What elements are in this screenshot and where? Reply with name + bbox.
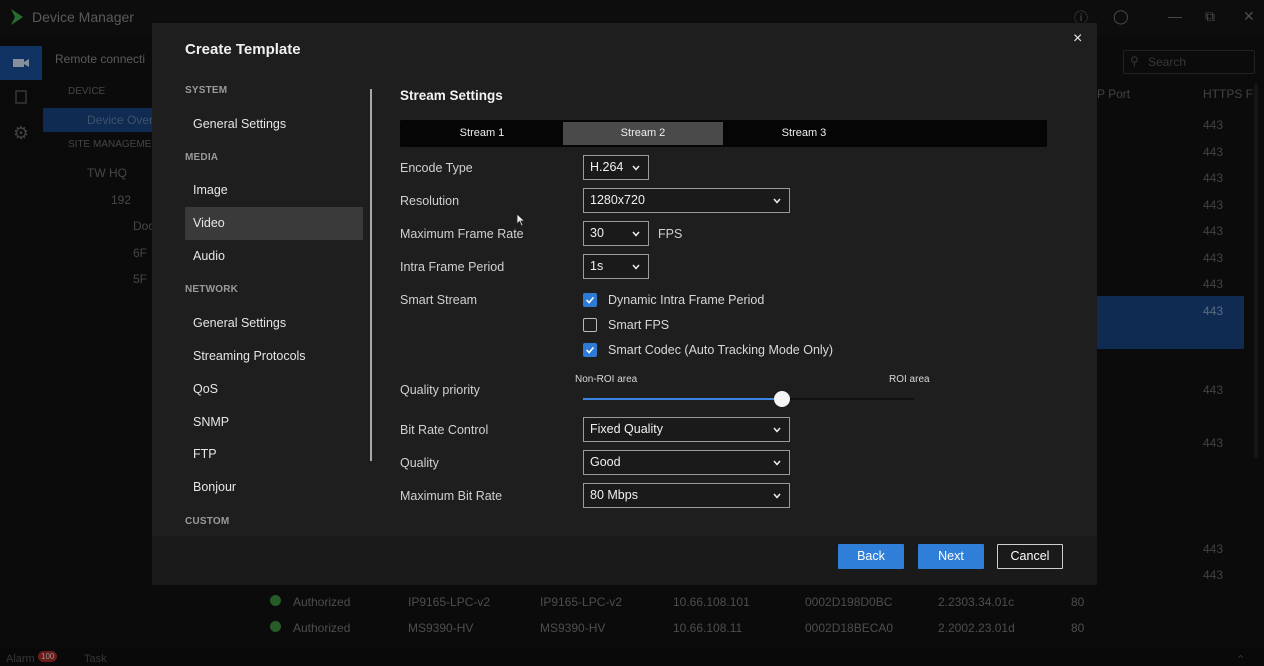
resolution-value: 1280x720 [590, 193, 645, 207]
bit-rate-control-select[interactable]: Fixed Quality [583, 417, 790, 442]
mouse-cursor-icon [516, 213, 526, 227]
fps-unit: FPS [658, 227, 683, 241]
nav-header-network: NETWORK [185, 284, 239, 295]
bit-rate-control-value: Fixed Quality [590, 422, 663, 436]
section-title: Stream Settings [400, 88, 503, 103]
next-button[interactable]: Next [918, 544, 984, 569]
chevron-down-icon [773, 460, 781, 466]
resolution-label: Resolution [400, 194, 460, 208]
dynamic-intra-frame-checkbox[interactable] [583, 293, 597, 307]
nav-item-bonjour[interactable]: Bonjour [185, 471, 363, 504]
intra-frame-period-label: Intra Frame Period [400, 260, 505, 274]
tab-stream-2[interactable]: Stream 2 [563, 122, 723, 145]
quality-value: Good [590, 455, 621, 469]
quality-label: Quality [400, 456, 439, 470]
nav-item-audio[interactable]: Audio [185, 240, 363, 273]
dialog-footer: Back Next Cancel [152, 536, 1097, 585]
max-bit-rate-label: Maximum Bit Rate [400, 489, 503, 503]
quality-select[interactable]: Good [583, 450, 790, 475]
encode-type-value: H.264 [590, 160, 624, 174]
chevron-down-icon [773, 427, 781, 433]
dialog-title: Create Template [185, 41, 301, 58]
dynamic-intra-frame-label: Dynamic Intra Frame Period [608, 293, 765, 307]
tab-stream-1[interactable]: Stream 1 [402, 122, 562, 145]
tab-stream-3[interactable]: Stream 3 [724, 122, 884, 145]
smart-codec-label: Smart Codec (Auto Tracking Mode Only) [608, 343, 834, 357]
max-bit-rate-select[interactable]: 80 Mbps [583, 483, 790, 508]
cancel-button[interactable]: Cancel [997, 544, 1063, 569]
slider-fill [583, 398, 782, 400]
nav-header-custom: CUSTOM [185, 516, 230, 527]
nav-item-video[interactable]: Video [185, 207, 363, 240]
nav-item-network-general-settings[interactable]: General Settings [185, 307, 363, 340]
intra-frame-period-value: 1s [590, 259, 604, 273]
smart-codec-checkbox[interactable] [583, 343, 597, 357]
slider-max-label: ROI area [889, 374, 930, 385]
slider-min-label: Non-ROI area [575, 374, 638, 385]
nav-item-snmp[interactable]: SNMP [185, 406, 363, 439]
resolution-select[interactable]: 1280x720 [583, 188, 790, 213]
nav-item-qos[interactable]: QoS [185, 373, 363, 406]
chevron-down-icon [632, 165, 640, 171]
stream-tabs: Stream 1 Stream 2 Stream 3 [400, 120, 1047, 147]
device-manager-app: Device Manager ⓘ ◯ — ⧉ ✕ ⚙ Remote connec… [0, 0, 1264, 666]
quality-priority-label: Quality priority [400, 383, 480, 397]
nav-scrollbar[interactable] [370, 89, 372, 461]
max-frame-rate-label: Maximum Frame Rate [400, 227, 524, 241]
chevron-down-icon [773, 198, 781, 204]
chevron-down-icon [632, 231, 640, 237]
smart-stream-label: Smart Stream [400, 293, 478, 307]
bit-rate-control-label: Bit Rate Control [400, 423, 489, 437]
slider-thumb[interactable] [773, 391, 790, 407]
encode-type-select[interactable]: H.264 [583, 155, 649, 180]
nav-item-system-general-settings[interactable]: General Settings [185, 108, 363, 141]
encode-type-label: Encode Type [400, 161, 473, 175]
close-icon[interactable]: × [1073, 30, 1082, 48]
smart-fps-label: Smart FPS [608, 318, 670, 332]
chevron-down-icon [632, 264, 640, 270]
checkmark-icon [586, 346, 595, 354]
nav-header-media: MEDIA [185, 152, 219, 163]
chevron-down-icon [773, 493, 781, 499]
nav-item-ftp[interactable]: FTP [185, 438, 363, 471]
create-template-dialog: Create Template × SYSTEM General Setting… [152, 23, 1097, 585]
nav-item-streaming-protocols[interactable]: Streaming Protocols [185, 340, 363, 373]
smart-fps-checkbox[interactable] [583, 318, 597, 332]
nav-header-system: SYSTEM [185, 85, 228, 96]
intra-frame-period-select[interactable]: 1s [583, 254, 649, 279]
max-frame-rate-value: 30 [590, 226, 604, 240]
max-bit-rate-value: 80 Mbps [590, 488, 638, 502]
max-frame-rate-select[interactable]: 30 [583, 221, 649, 246]
back-button[interactable]: Back [838, 544, 904, 569]
nav-item-image[interactable]: Image [185, 174, 363, 207]
quality-priority-slider[interactable] [583, 391, 914, 407]
checkmark-icon [586, 296, 595, 304]
